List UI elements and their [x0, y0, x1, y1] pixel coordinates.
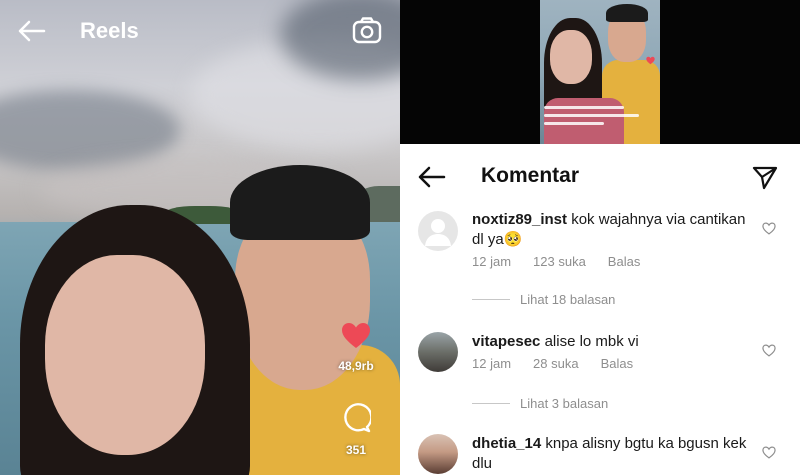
screenshot-composite: Reels 48,9rb 351 Komentar noxtiz89_inst … — [0, 0, 800, 475]
comment-icon[interactable] — [341, 403, 373, 438]
comment-item: noxtiz89_inst kok wajahnya via cantikan … — [400, 208, 800, 308]
thumbnail-heart-icon — [646, 52, 655, 65]
camera-icon[interactable] — [352, 16, 382, 46]
comment-username[interactable]: vitapesec — [472, 333, 540, 350]
view-replies[interactable]: Lihat 3 balasan — [472, 396, 608, 411]
thumbnail-caption — [544, 106, 644, 130]
view-replies-label[interactable]: Lihat 18 balasan — [520, 292, 615, 307]
comment-likes[interactable]: 123 suka — [533, 254, 586, 269]
comment-username[interactable]: noxtiz89_inst — [472, 211, 567, 228]
reels-title: Reels — [80, 18, 139, 43]
user-avatar[interactable] — [418, 434, 458, 474]
reels-top-bar: Reels — [0, 0, 400, 62]
back-arrow-icon[interactable] — [18, 16, 48, 46]
comment-item: dhetia_14 knpa alisny bgtu ka bgusn kek … — [400, 432, 800, 475]
comment-meta: 12 jam 28 suka Balas — [472, 356, 655, 371]
divider — [472, 403, 510, 404]
comment-body: alise lo mbk vi — [544, 333, 639, 350]
video-preview[interactable] — [400, 0, 800, 144]
back-arrow-icon[interactable] — [418, 166, 446, 188]
like-heart-icon[interactable] — [762, 222, 776, 236]
comment-text: vitapesec alise lo mbk vi — [472, 332, 754, 352]
view-replies[interactable]: Lihat 18 balasan — [472, 292, 615, 307]
user-avatar[interactable] — [418, 332, 458, 372]
reels-video[interactable]: Reels 48,9rb 351 — [0, 0, 400, 475]
comments-header: Komentar — [400, 144, 800, 208]
default-avatar-icon[interactable] — [418, 211, 458, 251]
like-heart-icon[interactable] — [762, 344, 776, 358]
comment-time: 12 jam — [472, 254, 512, 269]
video-thumbnail — [540, 0, 660, 144]
comment-count: 351 — [345, 443, 367, 457]
comment-time: 12 jam — [472, 356, 512, 371]
view-replies-label[interactable]: Lihat 3 balasan — [520, 396, 608, 411]
reply-button[interactable]: Balas — [601, 356, 634, 371]
woman-figure — [0, 205, 255, 475]
like-heart-icon[interactable] — [762, 446, 776, 460]
comment-text: dhetia_14 knpa alisny bgtu ka bgusn kek … — [472, 434, 754, 474]
comment-text: noxtiz89_inst kok wajahnya via cantikan … — [472, 210, 754, 250]
comment-likes[interactable]: 28 suka — [533, 356, 579, 371]
comment-item: vitapesec alise lo mbk vi 12 jam 28 suka… — [400, 330, 800, 430]
comment-meta: 12 jam 123 suka Balas — [472, 254, 662, 269]
divider — [472, 299, 510, 300]
comments-panel: Komentar noxtiz89_inst kok wajahnya via … — [400, 144, 800, 475]
reels-actions: 48,9rb 351 — [326, 322, 386, 457]
cloud — [0, 90, 180, 170]
send-icon[interactable] — [752, 164, 778, 190]
heart-icon[interactable] — [341, 322, 371, 354]
like-count: 48,9rb — [338, 359, 374, 373]
comment-username[interactable]: dhetia_14 — [472, 435, 541, 452]
reply-button[interactable]: Balas — [608, 254, 641, 269]
comments-title: Komentar — [481, 164, 580, 187]
